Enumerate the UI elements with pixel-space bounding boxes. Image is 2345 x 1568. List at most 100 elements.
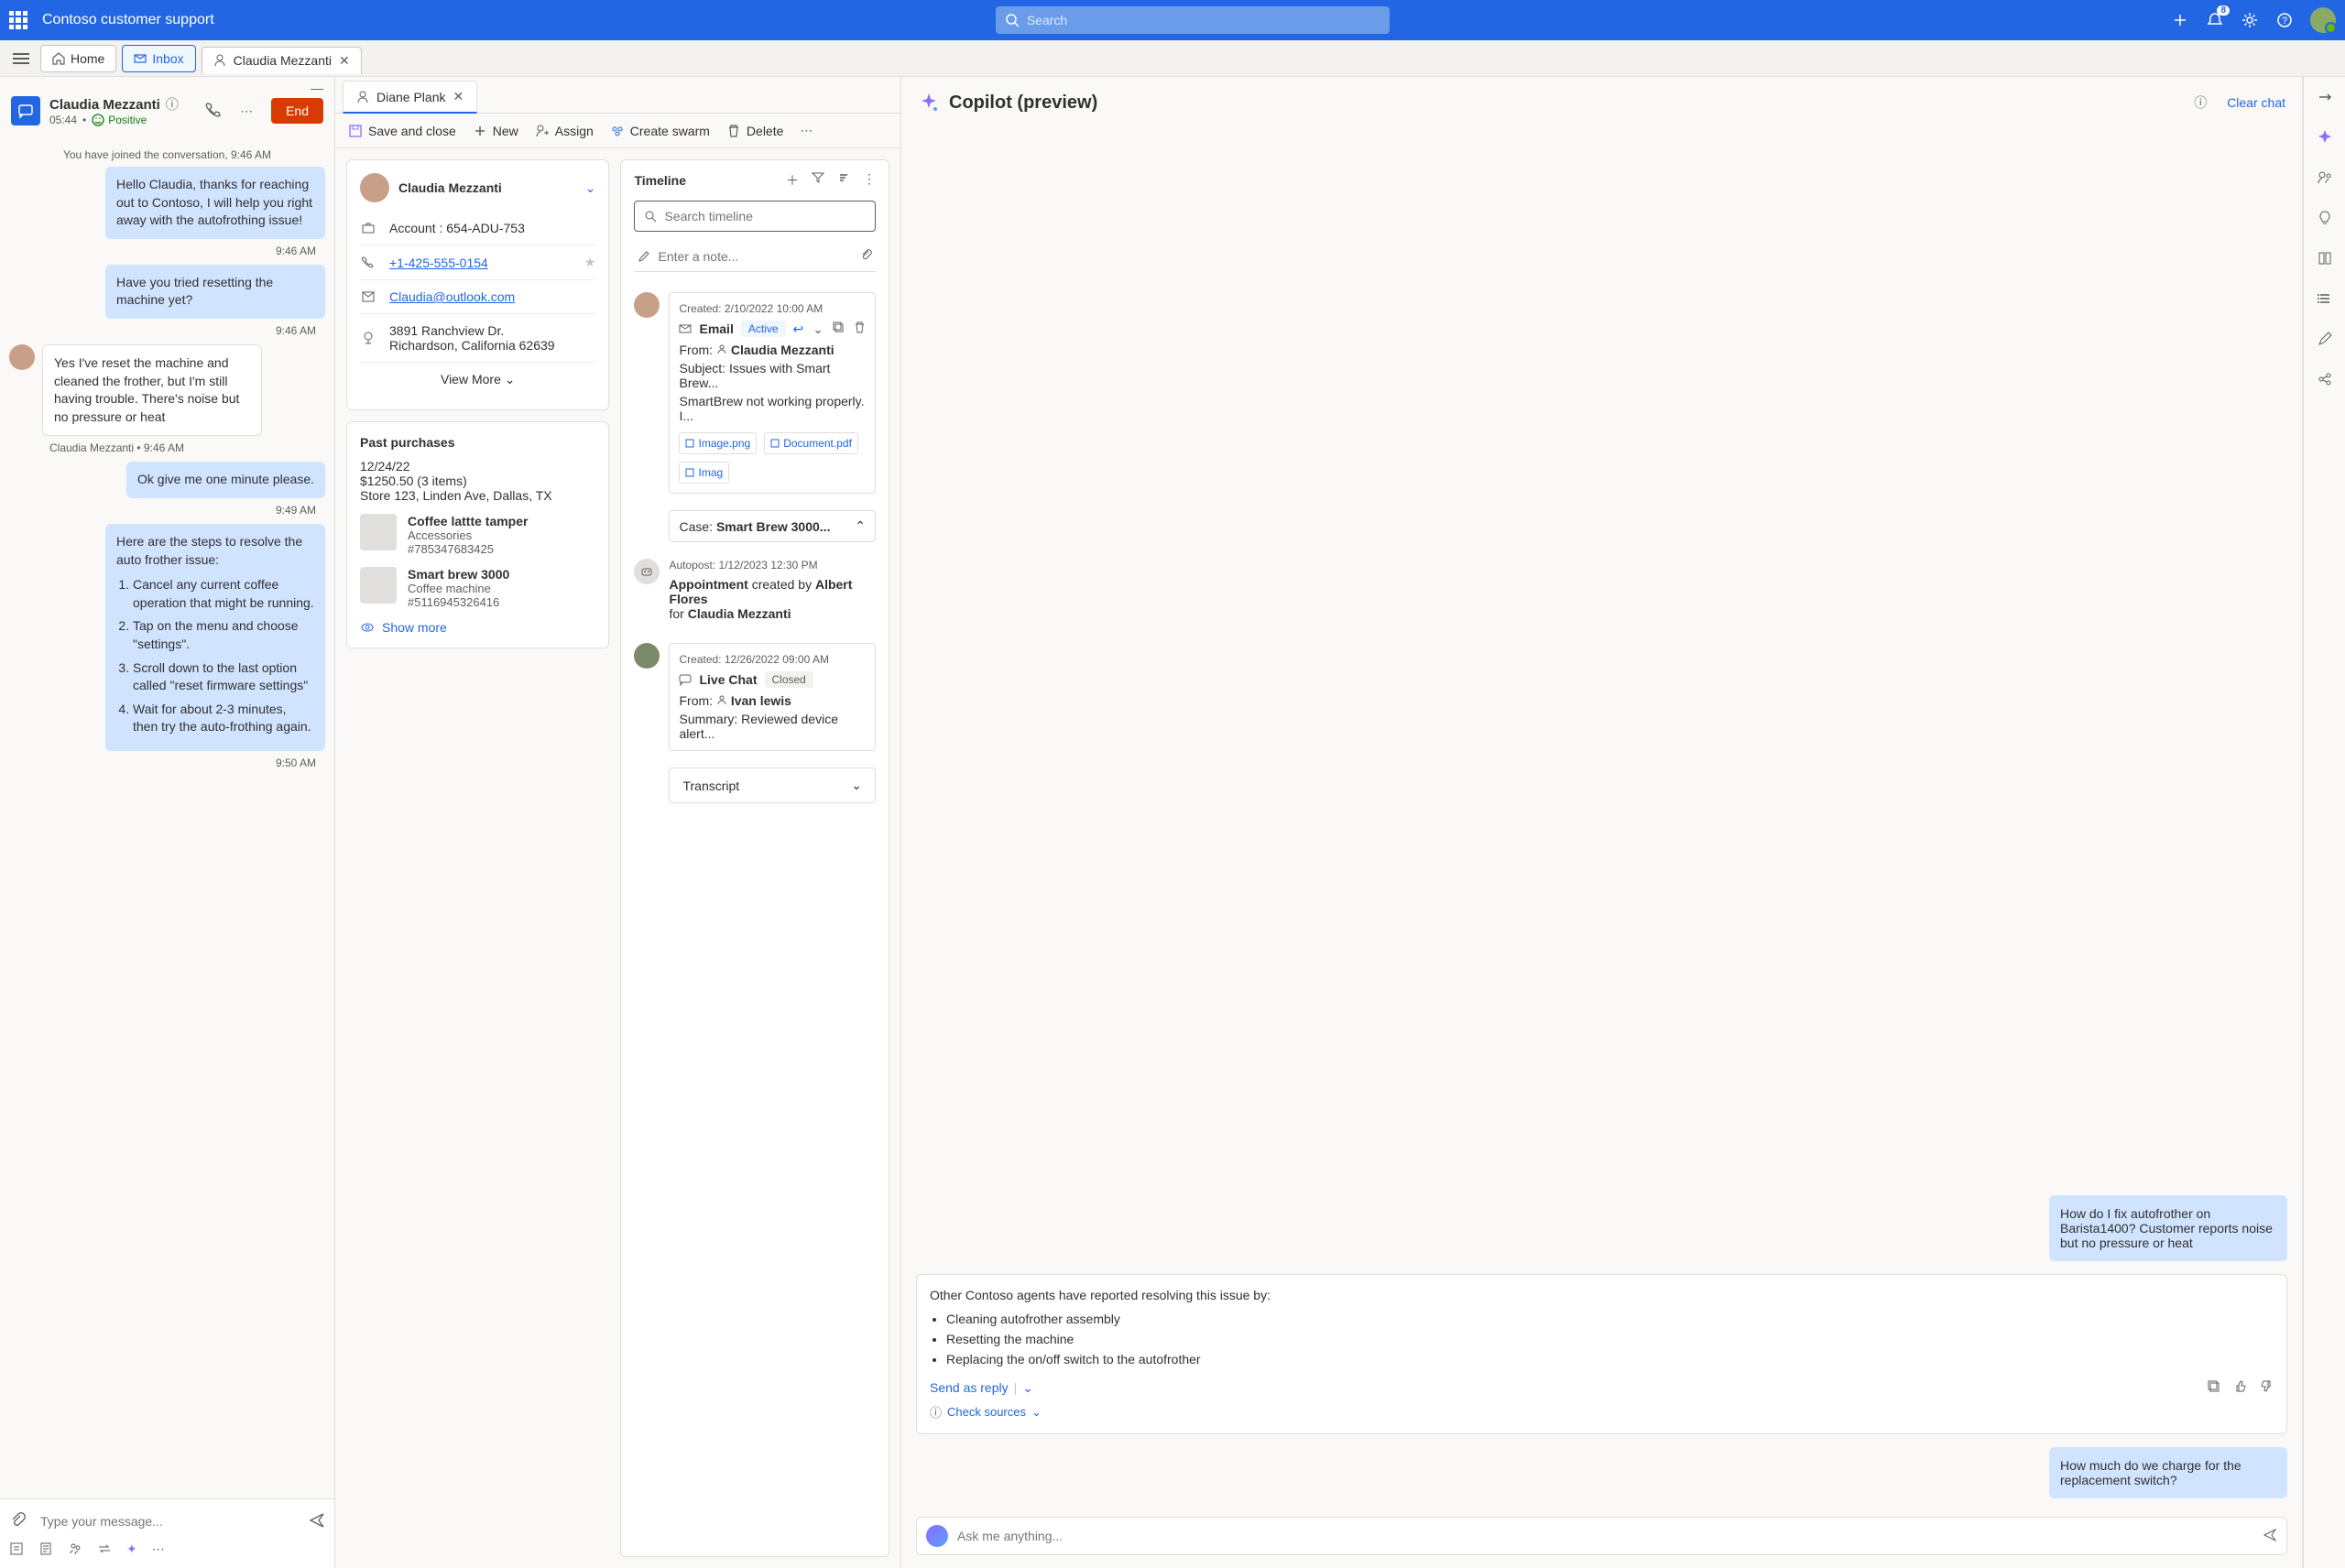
copilot-title: Copilot (preview) (949, 93, 2185, 114)
copilot-sparkle-icon (926, 1525, 948, 1547)
message-input[interactable] (35, 1508, 300, 1534)
thumbs-up-icon[interactable] (2233, 1379, 2247, 1396)
send-as-reply-button[interactable]: Send as reply | ⌄ (930, 1380, 1033, 1396)
list-icon[interactable] (2314, 288, 2336, 310)
customer-name: Claudia Mezzanti (49, 97, 160, 113)
timeline-title: Timeline (634, 173, 686, 188)
lightbulb-icon[interactable] (2314, 207, 2336, 229)
chevron-up-icon[interactable]: ⌃ (855, 518, 866, 534)
star-icon[interactable]: ★ (584, 255, 596, 270)
copilot-rail-icon[interactable] (2314, 126, 2336, 148)
email-link[interactable]: Claudia@outlook.com (389, 289, 515, 304)
clear-chat-button[interactable]: Clear chat (2227, 95, 2285, 110)
inbox-icon (134, 52, 147, 65)
copilot-text-input[interactable] (957, 1529, 2253, 1543)
eye-icon (360, 620, 375, 635)
delete-icon[interactable] (854, 321, 866, 337)
copilot-input[interactable] (916, 1517, 2287, 1555)
notifications-icon[interactable]: 8 (2206, 11, 2224, 29)
sort-icon[interactable] (837, 171, 850, 190)
tab-customer[interactable]: Claudia Mezzanti ✕ (202, 47, 362, 74)
attach-icon[interactable] (859, 248, 872, 264)
copilot-sparkle-icon[interactable]: ✦ (126, 1541, 137, 1559)
more-icon[interactable]: ⋯ (152, 1541, 165, 1559)
search-input[interactable] (1027, 13, 1380, 27)
global-search[interactable] (996, 6, 1390, 34)
assign-button[interactable]: Assign (535, 124, 594, 138)
user-avatar[interactable] (2310, 7, 2336, 33)
show-more-button[interactable]: Show more (360, 620, 595, 635)
customer-card-name: Claudia Mezzanti (398, 180, 576, 195)
info-icon[interactable]: ⓘ (2194, 93, 2207, 112)
more-icon[interactable]: ⋯ (800, 123, 813, 138)
attachment-chip[interactable]: Document.pdf (764, 432, 858, 454)
app-launcher-icon[interactable] (9, 11, 27, 29)
chat-message: Have you tried resetting the machine yet… (105, 265, 325, 319)
view-more-button[interactable]: View More ⌄ (360, 363, 595, 397)
settings-icon[interactable] (2241, 11, 2259, 29)
consult-icon[interactable] (68, 1541, 82, 1559)
add-icon[interactable] (2171, 11, 2189, 29)
copilot-user-message: How much do we charge for the replacemen… (2049, 1447, 2287, 1498)
create-swarm-button[interactable]: Create swarm (610, 124, 710, 138)
article-icon[interactable] (38, 1541, 53, 1559)
chat-pane: — Claudia Mezzanti ⓘ 05:44 • Positive (0, 77, 335, 1568)
inbox-button[interactable]: Inbox (122, 45, 195, 72)
info-icon[interactable]: ⓘ (166, 95, 179, 114)
thumbs-down-icon[interactable] (2260, 1379, 2274, 1396)
sender-avatar (634, 643, 660, 669)
more-icon[interactable]: ⋯ (240, 103, 253, 119)
expand-icon[interactable] (2314, 86, 2336, 108)
attachment-chip[interactable]: Imag (679, 462, 729, 484)
edit-icon[interactable] (2314, 328, 2336, 350)
phone-link[interactable]: +1-425-555-0154 (389, 256, 488, 270)
chat-message: Yes I've reset the machine and cleaned t… (42, 344, 262, 436)
more-icon[interactable]: ⋮ (863, 171, 876, 190)
send-icon[interactable] (309, 1512, 325, 1531)
save-close-button[interactable]: Save and close (348, 124, 456, 138)
transcript-toggle[interactable]: Transcript ⌄ (669, 768, 876, 803)
attachment-chip[interactable]: Image.png (679, 432, 757, 454)
hamburger-icon[interactable] (7, 48, 35, 70)
copy-icon[interactable] (2207, 1379, 2220, 1396)
search-icon (644, 210, 657, 223)
timeline-item: Autopost: 1/12/2023 12:30 PM Appointment… (621, 548, 889, 632)
help-icon[interactable]: ? (2275, 11, 2294, 29)
transfer-icon[interactable] (97, 1541, 112, 1559)
end-button[interactable]: End (271, 98, 323, 124)
filter-icon[interactable] (812, 171, 824, 190)
subtab-case[interactable]: Diane Plank ✕ (343, 81, 477, 114)
copy-icon[interactable] (833, 321, 845, 337)
product-row: Smart brew 3000 Coffee machine #51169453… (360, 567, 595, 609)
home-button[interactable]: Home (40, 45, 116, 72)
teams-icon[interactable] (2314, 167, 2336, 189)
share-icon[interactable] (2314, 368, 2336, 390)
record-pane: Diane Plank ✕ Save and close New Assign … (335, 77, 901, 1568)
copilot-icon (918, 92, 940, 114)
close-icon[interactable]: ✕ (453, 89, 464, 104)
check-sources-button[interactable]: ⓘ Check sources ⌄ (930, 1403, 2274, 1421)
chevron-down-icon[interactable]: ⌄ (1022, 1380, 1033, 1396)
add-icon[interactable]: ＋ (786, 171, 799, 190)
new-button[interactable]: New (473, 124, 518, 138)
product-image (360, 514, 397, 550)
timeline-search-input[interactable] (664, 209, 866, 223)
attach-icon[interactable] (9, 1512, 26, 1531)
chevron-down-icon[interactable]: ⌄ (813, 321, 823, 337)
send-icon[interactable] (2263, 1528, 2277, 1545)
location-icon (360, 331, 376, 345)
phone-icon[interactable] (205, 102, 222, 121)
related-case[interactable]: Case: Smart Brew 3000... ⌃ (669, 510, 876, 542)
timeline-search[interactable] (634, 201, 876, 232)
chevron-down-icon[interactable]: ⌄ (585, 180, 596, 196)
smile-icon (92, 114, 104, 126)
delete-button[interactable]: Delete (726, 124, 783, 138)
knowledge-icon[interactable] (2314, 247, 2336, 269)
account-number: Account : 654-ADU-753 (389, 221, 525, 235)
reply-icon[interactable]: ↩ (793, 321, 804, 337)
timeline-note-input[interactable] (658, 249, 852, 264)
chevron-down-icon: ⌄ (505, 372, 516, 387)
timeline-item: Created: 2/10/2022 10:00 AM Email Active… (621, 281, 889, 505)
close-icon[interactable]: ✕ (339, 53, 350, 69)
notes-icon[interactable] (9, 1541, 24, 1559)
